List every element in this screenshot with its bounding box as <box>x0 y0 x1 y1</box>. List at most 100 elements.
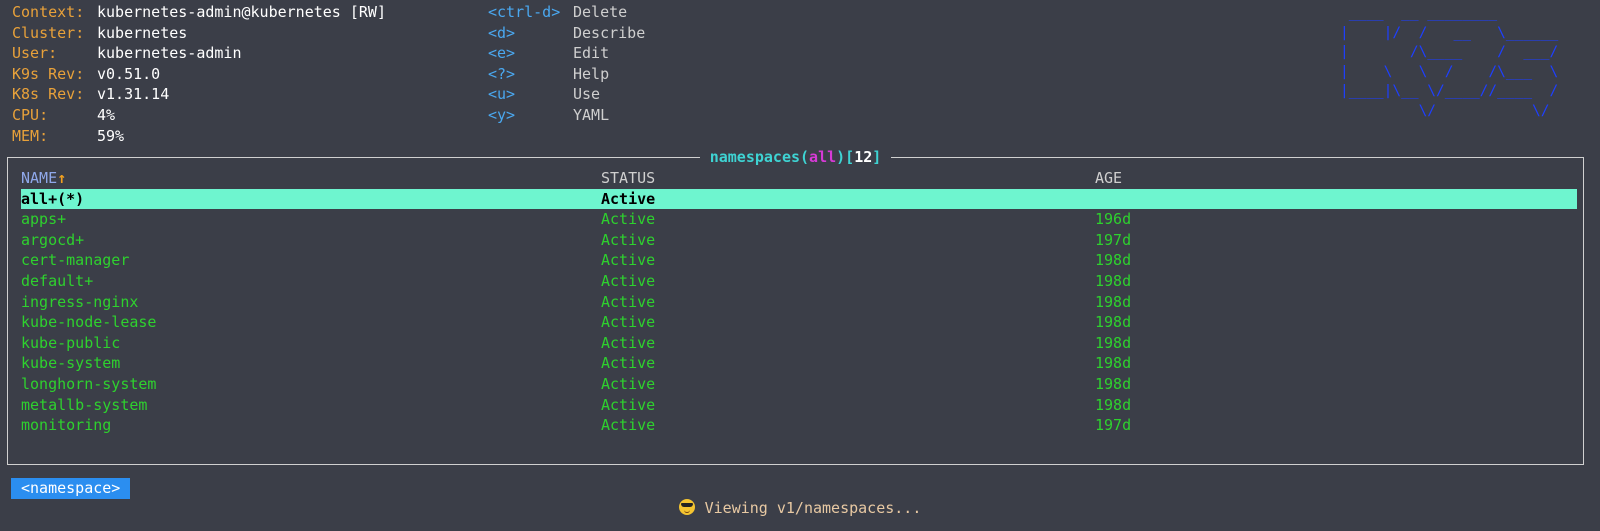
cell-name: all+(*) <box>21 189 85 208</box>
table-row[interactable]: monitoring Active 197d <box>21 415 1577 436</box>
cell-age: 198d <box>1095 374 1132 393</box>
key-hint-yaml[interactable]: <y> YAML <box>488 105 645 126</box>
cell-status: Active <box>601 416 656 435</box>
table-row[interactable]: apps+ Active 196d <box>21 209 1577 230</box>
info-label: K9s Rev: <box>12 64 85 83</box>
info-value: kubernetes <box>97 23 188 42</box>
info-label: MEM: <box>12 126 49 145</box>
cell-status: Active <box>601 354 656 373</box>
info-row-mem: MEM: 59% <box>12 126 386 147</box>
column-header-name-label: NAME <box>21 169 58 187</box>
cell-age <box>1095 189 1395 210</box>
table-row[interactable]: default+ Active 198d <box>21 271 1577 292</box>
table-row[interactable]: cert-manager Active 198d <box>21 250 1577 271</box>
info-row-user: User: kubernetes-admin <box>12 43 386 64</box>
key-code: <u> <box>488 85 516 104</box>
cell-name: cert-manager <box>21 251 130 270</box>
info-row-k8s-rev: K8s Rev: v1.31.14 <box>12 84 386 105</box>
key-code: <d> <box>488 23 516 42</box>
info-value: v0.51.0 <box>97 64 161 83</box>
status-text: Viewing v1/namespaces... <box>704 499 922 517</box>
key-desc: Use <box>573 85 601 104</box>
cell-name: longhorn-system <box>21 374 157 393</box>
key-desc: Describe <box>573 23 646 42</box>
table-row[interactable]: ingress-nginx Active 198d <box>21 292 1577 313</box>
info-row-cluster: Cluster: kubernetes <box>12 23 386 44</box>
cell-status: Active <box>601 210 656 229</box>
table-row[interactable]: kube-public Active 198d <box>21 333 1577 354</box>
table-header: NAME↑ STATUS AGE <box>21 168 1577 189</box>
key-desc: Delete <box>573 3 628 21</box>
namespaces-table: namespaces(all)[12] NAME↑ STATUS AGE all… <box>7 147 1584 465</box>
info-value: kubernetes-admin <box>97 44 242 63</box>
cell-status: Active <box>601 333 656 352</box>
key-desc: Edit <box>573 44 610 63</box>
info-label: Context: <box>12 3 85 21</box>
key-hint-help[interactable]: <?> Help <box>488 64 645 85</box>
cell-status: Active <box>601 292 656 311</box>
info-label: K8s Rev: <box>12 85 85 104</box>
cell-name: ingress-nginx <box>21 292 139 311</box>
sort-ascending-icon: ↑ <box>57 169 67 187</box>
key-code: <?> <box>488 64 516 83</box>
info-value: kubernetes-admin@kubernetes [RW] <box>97 3 386 21</box>
table-body: all+(*) Active apps+ Active 196d argocd+… <box>21 188 1577 436</box>
cell-age: 196d <box>1095 210 1132 229</box>
cell-status: Active <box>601 374 656 393</box>
cell-age: 198d <box>1095 251 1132 270</box>
cell-age: 198d <box>1095 354 1132 373</box>
table-row[interactable]: metallb-system Active 198d <box>21 395 1577 416</box>
key-hint-use[interactable]: <u> Use <box>488 84 645 105</box>
status-line: Viewing v1/namespaces... <box>0 498 1600 519</box>
cell-status: Active <box>601 230 656 249</box>
table-row[interactable]: longhorn-system Active 198d <box>21 374 1577 395</box>
info-row-cpu: CPU: 4% <box>12 105 386 126</box>
table-row[interactable]: argocd+ Active 197d <box>21 230 1577 251</box>
cell-name: argocd+ <box>21 230 85 249</box>
key-hints-panel: <ctrl-d> Delete <d> Describe <e> Edit <?… <box>488 2 645 126</box>
table-row[interactable]: kube-system Active 198d <box>21 353 1577 374</box>
cell-age: 198d <box>1095 395 1132 414</box>
cell-status: Active <box>601 395 656 414</box>
table-row[interactable]: kube-node-lease Active 198d <box>21 312 1577 333</box>
column-header-age[interactable]: AGE <box>1095 168 1395 189</box>
cell-age: 198d <box>1095 313 1132 332</box>
cell-age: 197d <box>1095 230 1132 249</box>
info-label: User: <box>12 44 58 63</box>
info-value: v1.31.14 <box>97 85 170 104</box>
cell-age: 197d <box>1095 416 1132 435</box>
key-hint-edit[interactable]: <e> Edit <box>488 43 645 64</box>
column-header-name[interactable]: NAME↑ <box>21 168 601 189</box>
cluster-info-panel: Context: kubernetes-admin@kubernetes [RW… <box>12 2 386 146</box>
k9s-logo: ____ __ ________ | |/ / __ \______ | /\_… <box>1340 5 1559 119</box>
sunglasses-emoji-icon <box>678 499 695 515</box>
info-row-k9s-rev: K9s Rev: v0.51.0 <box>12 64 386 85</box>
info-value: 4% <box>97 105 116 124</box>
cell-name: apps+ <box>21 210 67 229</box>
key-code: <y> <box>488 105 516 124</box>
cell-status: Active <box>601 271 656 290</box>
cell-status: Active <box>601 313 656 332</box>
key-hint-describe[interactable]: <d> Describe <box>488 23 645 44</box>
cell-name: default+ <box>21 271 94 290</box>
cell-age: 198d <box>1095 271 1132 290</box>
column-header-status[interactable]: STATUS <box>601 168 1095 189</box>
table-title-filter: all <box>809 148 837 166</box>
table-title-count: 12 <box>854 148 873 166</box>
table-title: namespaces(all)[12] <box>8 147 1583 167</box>
breadcrumb-namespace[interactable]: <namespace> <box>11 478 131 499</box>
key-hint-delete[interactable]: <ctrl-d> Delete <box>488 2 645 23</box>
info-label: Cluster: <box>12 23 85 42</box>
cell-name: kube-node-lease <box>21 313 157 332</box>
table-row[interactable]: all+(*) Active <box>21 188 1577 210</box>
info-label: CPU: <box>12 105 49 124</box>
key-desc: YAML <box>573 105 610 124</box>
cell-name: monitoring <box>21 416 112 435</box>
table-title-resource: namespaces <box>709 148 801 166</box>
cell-age: 198d <box>1095 292 1132 311</box>
key-desc: Help <box>573 64 610 83</box>
info-row-context: Context: kubernetes-admin@kubernetes [RW… <box>12 2 386 23</box>
key-code: <e> <box>488 44 516 63</box>
cell-age: 198d <box>1095 333 1132 352</box>
info-value: 59% <box>97 126 125 145</box>
